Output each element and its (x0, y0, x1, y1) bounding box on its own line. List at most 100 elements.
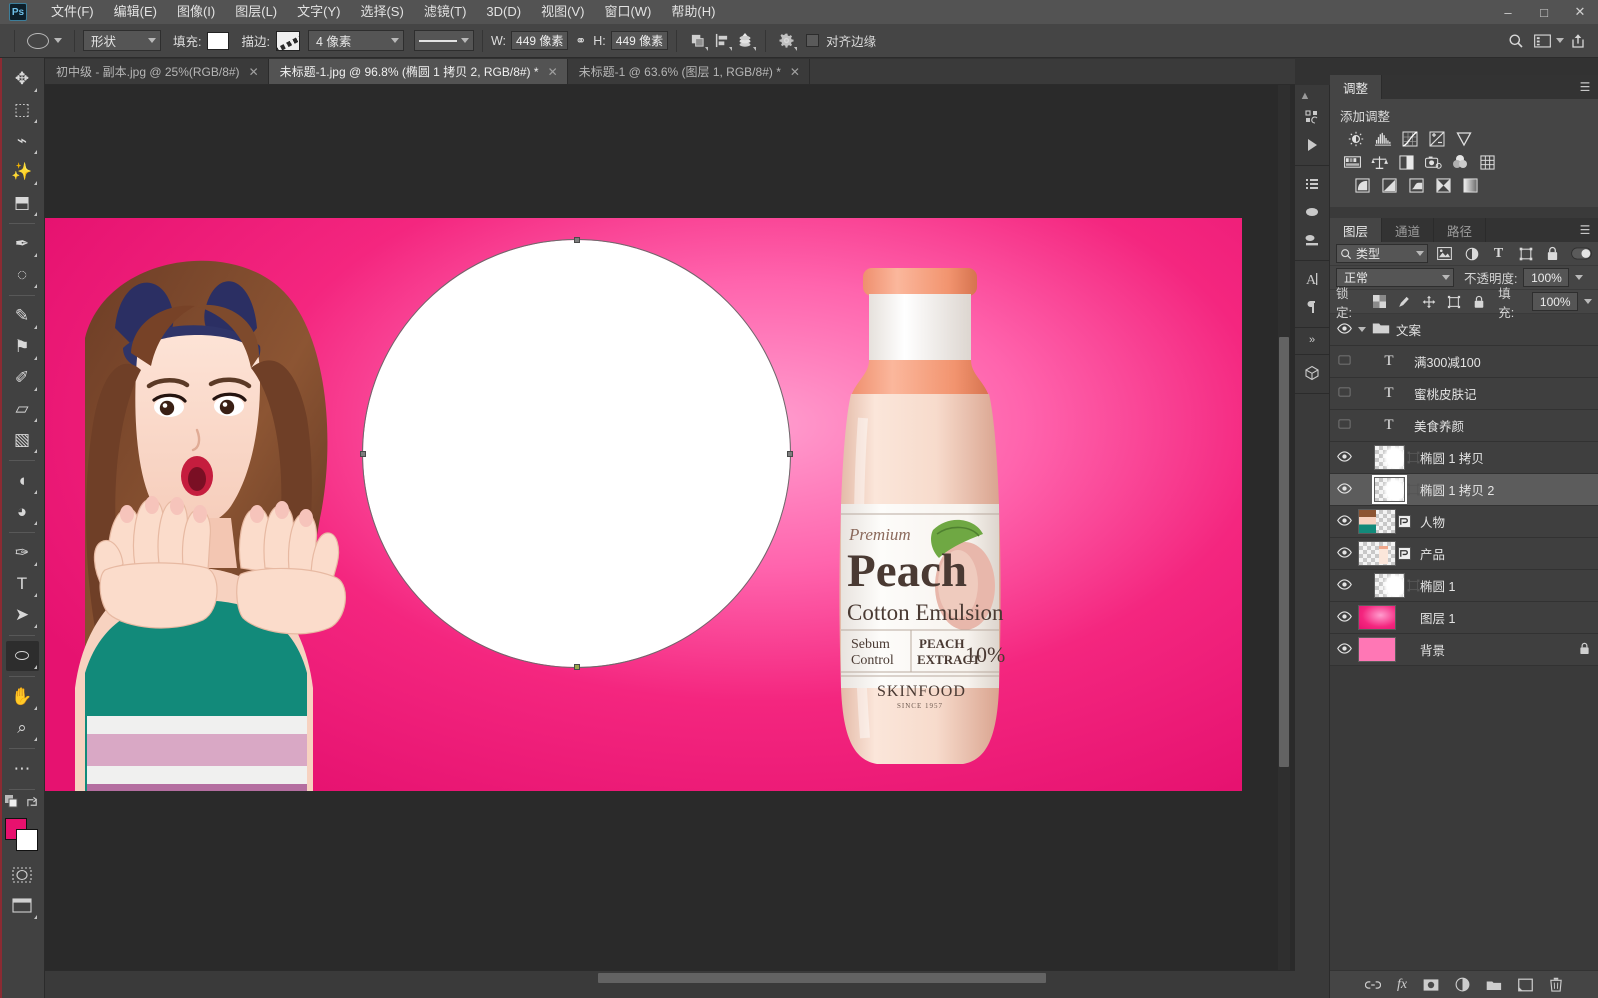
gradient-tool[interactable]: ▧ (6, 425, 39, 455)
layer-thumbnail[interactable] (1358, 573, 1420, 598)
layer-style-icon[interactable]: fx (1397, 977, 1407, 993)
layer-row[interactable]: 背景 (1330, 634, 1598, 666)
layer-thumbnail[interactable]: T (1358, 353, 1420, 370)
canvas-vertical-scrollbar[interactable] (1278, 85, 1290, 970)
layer-visibility-toggle[interactable] (1330, 610, 1358, 625)
color-lookup-icon[interactable] (1477, 153, 1497, 171)
scrollbar-thumb[interactable] (598, 973, 1046, 983)
layer-visibility-toggle[interactable] (1330, 482, 1358, 497)
workspace-switcher-button[interactable] (1530, 29, 1554, 53)
properties-icon[interactable] (1299, 171, 1325, 197)
selective-color-icon[interactable] (1433, 176, 1453, 194)
new-layer-icon[interactable] (1518, 978, 1533, 992)
ellipse-shape-selected[interactable] (360, 237, 793, 670)
layer-row[interactable]: 椭圆 1 (1330, 570, 1598, 602)
screen-mode-icon[interactable] (6, 891, 39, 921)
3d-icon[interactable] (1299, 360, 1325, 386)
type-tool[interactable]: T (6, 569, 39, 599)
exposure-icon[interactable] (1427, 130, 1447, 148)
menu-edit[interactable]: 编辑(E) (104, 0, 167, 24)
expand-panel-icon[interactable]: » (1299, 331, 1325, 349)
tool-preset-picker[interactable] (23, 32, 66, 49)
pen-tool[interactable]: ✑ (6, 538, 39, 568)
layer-row[interactable]: T 满300减100 (1330, 346, 1598, 378)
menu-select[interactable]: 选择(S) (350, 0, 413, 24)
layer-row[interactable]: T 蜜桃皮肤记 (1330, 378, 1598, 410)
crop-tool[interactable]: ⬒ (6, 188, 39, 218)
menu-help[interactable]: 帮助(H) (661, 0, 725, 24)
lock-position-icon[interactable] (1420, 292, 1439, 311)
eraser-tool[interactable]: ▱ (6, 394, 39, 424)
document-tab-0[interactable]: 初中级 - 副本.jpg @ 25%(RGB/8#) ✕ (45, 59, 269, 84)
brush-icon[interactable] (1299, 199, 1325, 225)
posterize-icon[interactable] (1379, 176, 1399, 194)
magic-wand-tool[interactable]: ✨ (6, 157, 39, 187)
new-group-icon[interactable] (1486, 978, 1502, 992)
layer-visibility-toggle[interactable] (1330, 514, 1358, 529)
layer-thumbnail[interactable] (1358, 637, 1420, 662)
path-arrangement-button[interactable] (733, 29, 757, 53)
clone-stamp-tool[interactable]: ⚑ (6, 332, 39, 362)
color-swatches[interactable] (5, 818, 39, 852)
layer-visibility-toggle[interactable] (1330, 386, 1358, 401)
stroke-width-select[interactable]: 4 像素 (307, 30, 404, 51)
layer-thumbnail[interactable] (1358, 321, 1396, 338)
lock-image-icon[interactable] (1395, 292, 1414, 311)
more-tools[interactable]: ⋯ (6, 754, 39, 784)
share-icon[interactable] (1566, 29, 1590, 53)
layer-thumbnail[interactable]: T (1358, 417, 1420, 434)
path-operations-button[interactable] (685, 29, 709, 53)
fill-stepper-icon[interactable] (1584, 299, 1593, 304)
photo-filter-icon[interactable] (1423, 153, 1443, 171)
panel-menu-icon[interactable]: ☰ (1572, 218, 1598, 242)
shape-filter-icon[interactable] (1515, 244, 1536, 264)
menu-image[interactable]: 图像(I) (167, 0, 225, 24)
menu-window[interactable]: 窗口(W) (594, 0, 661, 24)
history-icon[interactable] (1299, 104, 1325, 130)
layer-thumbnail[interactable] (1358, 475, 1420, 504)
transform-handle-top[interactable] (573, 237, 580, 243)
layer-visibility-toggle[interactable] (1330, 322, 1358, 337)
canvas-horizontal-scrollbar[interactable] (45, 970, 1295, 984)
chevron-down-icon[interactable] (1358, 327, 1366, 332)
fill-color-swatch[interactable] (207, 31, 230, 50)
brightness-contrast-icon[interactable] (1346, 130, 1366, 148)
layer-visibility-toggle[interactable] (1330, 546, 1358, 561)
ellipse-tool[interactable]: ⬭ (5, 641, 39, 671)
levels-icon[interactable] (1373, 130, 1393, 148)
canvas-workarea[interactable]: Premium Peach Cotton Emulsion Sebum Cont… (45, 85, 1295, 970)
height-input[interactable]: 449 像素 (610, 31, 669, 50)
layer-filter-select[interactable]: 类型 (1336, 244, 1428, 263)
layer-row[interactable]: 人物 (1330, 506, 1598, 538)
layer-row[interactable]: 图层 1 (1330, 602, 1598, 634)
link-layers-icon[interactable] (1364, 978, 1381, 992)
zoom-tool[interactable]: ⌕ (6, 713, 39, 743)
opacity-stepper-icon[interactable] (1575, 275, 1584, 280)
dodge-tool[interactable]: ◕ (6, 497, 39, 527)
layer-row[interactable]: 椭圆 1 拷贝 2 (1330, 474, 1598, 506)
transform-handle-right[interactable] (787, 450, 793, 457)
brush-presets-icon[interactable] (1299, 227, 1325, 253)
rectangular-marquee-tool[interactable]: ⬚ (6, 95, 39, 125)
type-filter-icon[interactable]: T (1488, 244, 1509, 264)
layer-visibility-toggle[interactable] (1330, 450, 1358, 465)
opacity-input[interactable]: 100% (1523, 268, 1570, 287)
menu-view[interactable]: 视图(V) (531, 0, 594, 24)
tab-layers[interactable]: 图层 (1330, 218, 1383, 242)
chevron-down-icon[interactable] (1556, 38, 1564, 43)
pixel-filter-icon[interactable] (1434, 244, 1455, 264)
layer-row[interactable]: T 美食养颜 (1330, 410, 1598, 442)
close-icon[interactable]: ✕ (790, 65, 800, 79)
lock-all-icon[interactable] (1469, 292, 1488, 311)
geometry-options-gear-icon[interactable] (774, 29, 798, 53)
layer-visibility-toggle[interactable] (1330, 354, 1358, 369)
lock-transparent-icon[interactable] (1370, 292, 1389, 311)
layer-thumbnail[interactable] (1358, 445, 1420, 470)
layer-thumbnail[interactable] (1358, 605, 1420, 630)
layer-row[interactable]: 椭圆 1 拷贝 (1330, 442, 1598, 474)
document-tab-2[interactable]: 未标题-1 @ 63.6% (图层 1, RGB/8#) * ✕ (568, 59, 810, 84)
paragraph-icon[interactable] (1299, 294, 1325, 320)
quick-mask-icon[interactable] (6, 860, 39, 890)
panel-menu-icon[interactable]: ☰ (1572, 75, 1598, 99)
tab-adjustments[interactable]: 调整 (1330, 75, 1383, 99)
